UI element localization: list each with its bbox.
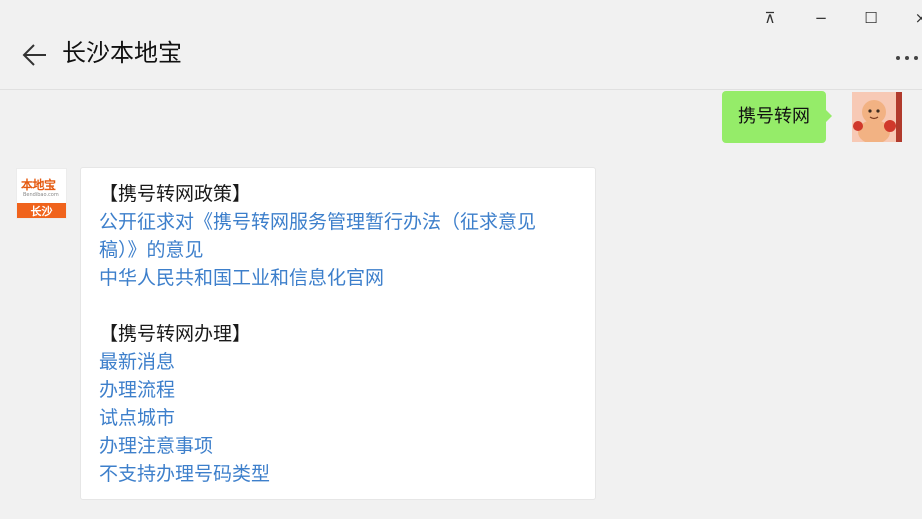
link-notes[interactable]: 办理注意事项 (99, 432, 577, 460)
link-pilot-cities[interactable]: 试点城市 (99, 404, 577, 432)
outgoing-message-bubble[interactable]: 携号转网 (722, 91, 832, 143)
link-latest-news[interactable]: 最新消息 (99, 348, 577, 376)
close-button[interactable]: × (909, 6, 922, 30)
incoming-message-bubble: 【携号转网政策】 公开征求对《携号转网服务管理暂行办法（征求意见 稿）》的意见 … (80, 167, 596, 500)
link-consultation[interactable]: 公开征求对《携号转网服务管理暂行办法（征求意见 (99, 208, 577, 236)
section-title-policy: 【携号转网政策】 (99, 183, 252, 205)
arrow-left-icon (22, 44, 46, 66)
link-process[interactable]: 办理流程 (99, 376, 577, 404)
title-bar: ⊼ − ☐ × 长沙本地宝 (0, 0, 922, 90)
bendibao-avatar[interactable]: 本地宝 Bendibao.com 长沙 (16, 168, 67, 219)
link-unsupported-numbers[interactable]: 不支持办理号码类型 (99, 460, 577, 488)
minimize-button[interactable]: − (809, 6, 833, 30)
chat-title: 长沙本地宝 (62, 39, 182, 67)
pin-window-button[interactable]: ⊼ (758, 6, 782, 30)
user-avatar[interactable] (852, 92, 902, 142)
logo-text: 本地宝 (21, 178, 56, 192)
logo-city: 长沙 (17, 203, 66, 218)
link-consultation-cont[interactable]: 稿）》的意见 (99, 236, 577, 264)
back-button[interactable] (20, 40, 50, 70)
cartoon-avatar-icon (852, 92, 902, 142)
logo-subtext: Bendibao.com (23, 192, 59, 198)
section-title-process: 【携号转网办理】 (99, 323, 252, 345)
maximize-button[interactable]: ☐ (859, 6, 883, 30)
more-dots-icon[interactable] (893, 48, 922, 68)
link-miit[interactable]: 中华人民共和国工业和信息化官网 (99, 264, 577, 292)
